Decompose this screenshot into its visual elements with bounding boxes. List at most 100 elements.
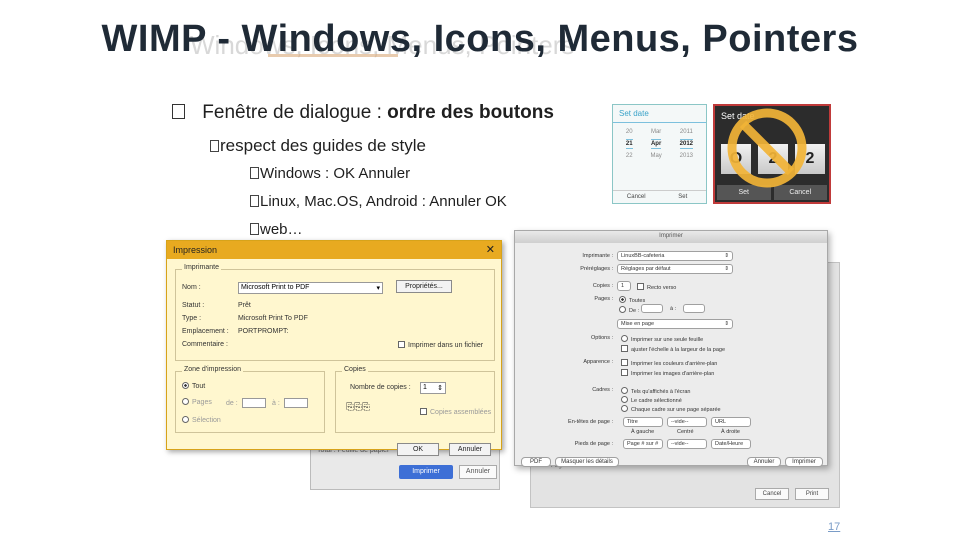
footers-label: Pieds de page : bbox=[574, 441, 613, 447]
bullet-item-text: Linux, Mac.OS, Android : Annuler OK bbox=[260, 193, 507, 210]
copies-label: Copies : bbox=[592, 283, 613, 289]
bullet-item-windows: Windows : OK Annuler bbox=[250, 165, 410, 182]
android-dialog-header: Set date bbox=[613, 105, 706, 123]
printer-label: Imprimante : bbox=[582, 253, 613, 259]
android-date-dialog-correct: Set date 20 21 22 Mar Apr May 2011 2012 … bbox=[612, 104, 707, 204]
cancel-button[interactable]: Cancel bbox=[755, 488, 789, 500]
pdf-button[interactable]: PDF bbox=[521, 457, 551, 467]
frames-as-displayed[interactable]: Tels qu'affichés à l'écran bbox=[621, 387, 690, 395]
print-button[interactable]: Imprimer bbox=[785, 457, 823, 467]
cancel-button[interactable]: Annuler bbox=[747, 457, 781, 467]
printer-select[interactable]: LinuxBB-cafeteria ⇕ bbox=[617, 251, 733, 261]
from-label: de : bbox=[226, 400, 238, 407]
picker-value: 22 bbox=[625, 153, 633, 159]
day-column[interactable]: 20 21 22 bbox=[625, 129, 633, 159]
picker-value: 2013 bbox=[679, 153, 694, 159]
year-column[interactable]: 2011 2012 2013 bbox=[679, 129, 694, 159]
range-pages-radio[interactable]: Pages bbox=[182, 398, 212, 406]
dialog-title: Imprimer bbox=[515, 231, 827, 243]
bullet-mark-icon bbox=[210, 140, 219, 152]
range-all-radio[interactable]: Tout bbox=[182, 382, 205, 390]
bullet-sub: respect des guides de style bbox=[210, 136, 426, 156]
presets-label: Préréglages : bbox=[580, 266, 613, 272]
presets-select[interactable]: Réglages par défaut ⇕ bbox=[617, 264, 733, 274]
option-single-sheet[interactable]: Imprimer sur une seule feuille bbox=[621, 335, 703, 343]
headers-label: En-têtes de page : bbox=[568, 419, 613, 425]
dialog-titlebar[interactable]: Impression ✕ bbox=[167, 241, 501, 259]
print-to-file-checkbox[interactable]: Imprimer dans un fichier bbox=[398, 341, 483, 349]
copies-field[interactable]: 1 bbox=[617, 281, 631, 291]
from-field[interactable] bbox=[641, 304, 663, 313]
pos-left-label: À gauche bbox=[631, 429, 655, 435]
prohibited-icon bbox=[727, 108, 807, 188]
dialog-title: Impression bbox=[173, 245, 218, 255]
appearance-bg-colors[interactable]: Imprimer les couleurs d'arrière-plan bbox=[621, 359, 717, 367]
status-label: Statut : bbox=[182, 302, 205, 309]
footer-left-select[interactable]: Page # sur # bbox=[623, 439, 663, 449]
print-button[interactable]: Print bbox=[795, 488, 829, 500]
bullet-mark-icon bbox=[250, 223, 259, 235]
bullet-main-bold: ordre des boutons bbox=[387, 102, 554, 123]
print-button[interactable]: Imprimer bbox=[399, 465, 453, 479]
bullet-mark-icon bbox=[250, 195, 259, 207]
printer-name-select[interactable]: Microsoft Print to PDF ▾ bbox=[238, 282, 383, 294]
mac-print-dialog: Imprimer Imprimante : LinuxBB-cafeteria ⇕… bbox=[514, 230, 828, 467]
pages-all-radio[interactable]: Toutes bbox=[619, 296, 645, 304]
appearance-bg-images[interactable]: Imprimer les images d'arrière-plan bbox=[621, 369, 714, 377]
bullet-main-prefix: Fenêtre de dialogue : bbox=[202, 102, 388, 123]
ok-button[interactable]: OK bbox=[397, 443, 439, 456]
collate-checkbox[interactable]: Copies assemblées bbox=[420, 408, 491, 416]
bullet-box-icon bbox=[172, 104, 185, 119]
from-field[interactable] bbox=[242, 398, 266, 408]
reverse-checkbox[interactable]: Recto verso bbox=[637, 283, 676, 291]
footer-center-select[interactable]: --vide-- bbox=[667, 439, 707, 449]
close-icon[interactable]: ✕ bbox=[486, 243, 495, 256]
cancel-button[interactable]: Annuler bbox=[459, 465, 497, 479]
set-button[interactable]: Set bbox=[660, 191, 707, 203]
pages-range-radio[interactable]: De : bbox=[619, 306, 639, 314]
month-column[interactable]: Mar Apr May bbox=[650, 129, 661, 159]
appearance-label: Apparence : bbox=[583, 359, 613, 365]
group-label: Imprimante bbox=[182, 264, 222, 271]
to-field[interactable] bbox=[284, 398, 308, 408]
frames-separate[interactable]: Chaque cadre sur une page séparée bbox=[621, 405, 721, 413]
picker-selected: 21 bbox=[625, 139, 633, 149]
group-label: Copies bbox=[342, 366, 368, 373]
frames-selected[interactable]: Le cadre sélectionné bbox=[621, 396, 682, 404]
picker-selected: 2012 bbox=[679, 139, 694, 149]
windows-print-dialog: Impression ✕ Imprimante Nom : Microsoft … bbox=[166, 240, 502, 456]
status-value: Prêt bbox=[238, 302, 251, 309]
type-label: Type : bbox=[182, 315, 202, 322]
bullet-item-linux: Linux, Mac.OS, Android : Annuler OK bbox=[250, 193, 507, 210]
bullet-mark-icon bbox=[250, 167, 259, 179]
footer-right-select[interactable]: Date/Heure bbox=[711, 439, 751, 449]
bullet-item-text: Windows : OK Annuler bbox=[260, 165, 411, 182]
header-center-select[interactable]: --vide-- bbox=[667, 417, 707, 427]
pos-center-label: Centré bbox=[677, 429, 694, 435]
option-fit-width[interactable]: ajuster l'échelle à la largeur de la pag… bbox=[621, 345, 725, 353]
picker-value: 20 bbox=[625, 129, 633, 135]
pages-label: Pages : bbox=[594, 296, 613, 302]
to-field[interactable] bbox=[683, 304, 705, 313]
cancel-button[interactable]: Cancel bbox=[613, 191, 660, 203]
page-number[interactable]: 17 bbox=[828, 521, 840, 533]
range-group: Zone d'impression Tout Pages de : à : Sé… bbox=[175, 366, 325, 433]
cancel-button[interactable]: Annuler bbox=[449, 443, 491, 456]
location-label: Emplacement : bbox=[182, 328, 229, 335]
picker-value: 2011 bbox=[679, 129, 693, 135]
bullet-main: Fenêtre de dialogue : ordre des boutons bbox=[172, 102, 554, 124]
copies-stepper[interactable]: 1 ⇕ bbox=[420, 382, 446, 394]
bullet-item-web: web… bbox=[250, 221, 303, 238]
collate-pages-icon: ⎘⎘⎘ bbox=[346, 402, 370, 413]
range-selection-radio[interactable]: Sélection bbox=[182, 416, 221, 424]
location-value: PORTPROMPT: bbox=[238, 328, 289, 335]
properties-button[interactable]: Propriétés... bbox=[396, 280, 452, 293]
hide-details-button[interactable]: Masquer les détails bbox=[555, 457, 619, 467]
section-select[interactable]: Mise en page ⇕ bbox=[617, 319, 733, 329]
header-right-select[interactable]: URL bbox=[711, 417, 751, 427]
copies-label: Nombre de copies : bbox=[350, 384, 411, 391]
group-label: Zone d'impression bbox=[182, 366, 243, 373]
printer-group: Imprimante Nom : Microsoft Print to PDF ▾… bbox=[175, 264, 495, 361]
type-value: Microsoft Print To PDF bbox=[238, 315, 308, 322]
header-left-select[interactable]: Titre bbox=[623, 417, 663, 427]
